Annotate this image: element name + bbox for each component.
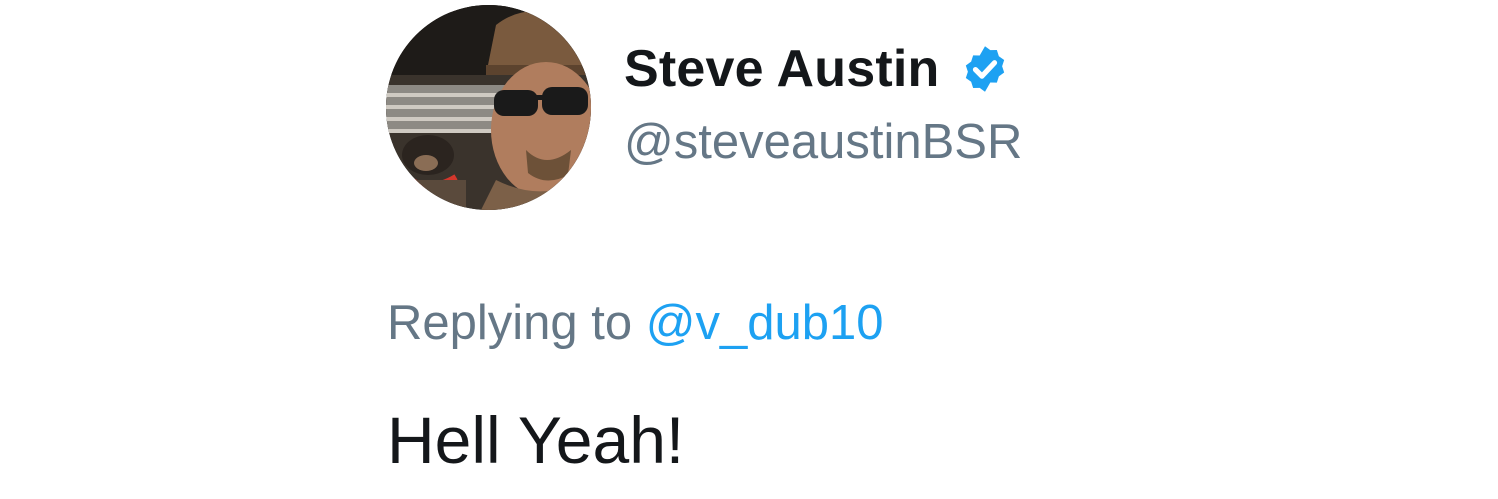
tweet-text: Hell Yeah! xyxy=(387,403,685,477)
tweet-card: Steve Austin @steveaustinBSR Replying to… xyxy=(0,0,1498,499)
display-name[interactable]: Steve Austin xyxy=(624,38,939,100)
author-name-row[interactable]: Steve Austin xyxy=(624,38,1011,100)
avatar-photo xyxy=(386,5,591,210)
replying-to-line: Replying to @v_dub10 xyxy=(387,293,884,353)
verified-badge-icon xyxy=(966,46,1005,92)
avatar[interactable] xyxy=(386,5,591,210)
reply-mention-link[interactable]: @v_dub10 xyxy=(646,296,884,350)
replying-to-label: Replying to xyxy=(387,296,633,350)
author-handle[interactable]: @steveaustinBSR xyxy=(624,112,1022,172)
